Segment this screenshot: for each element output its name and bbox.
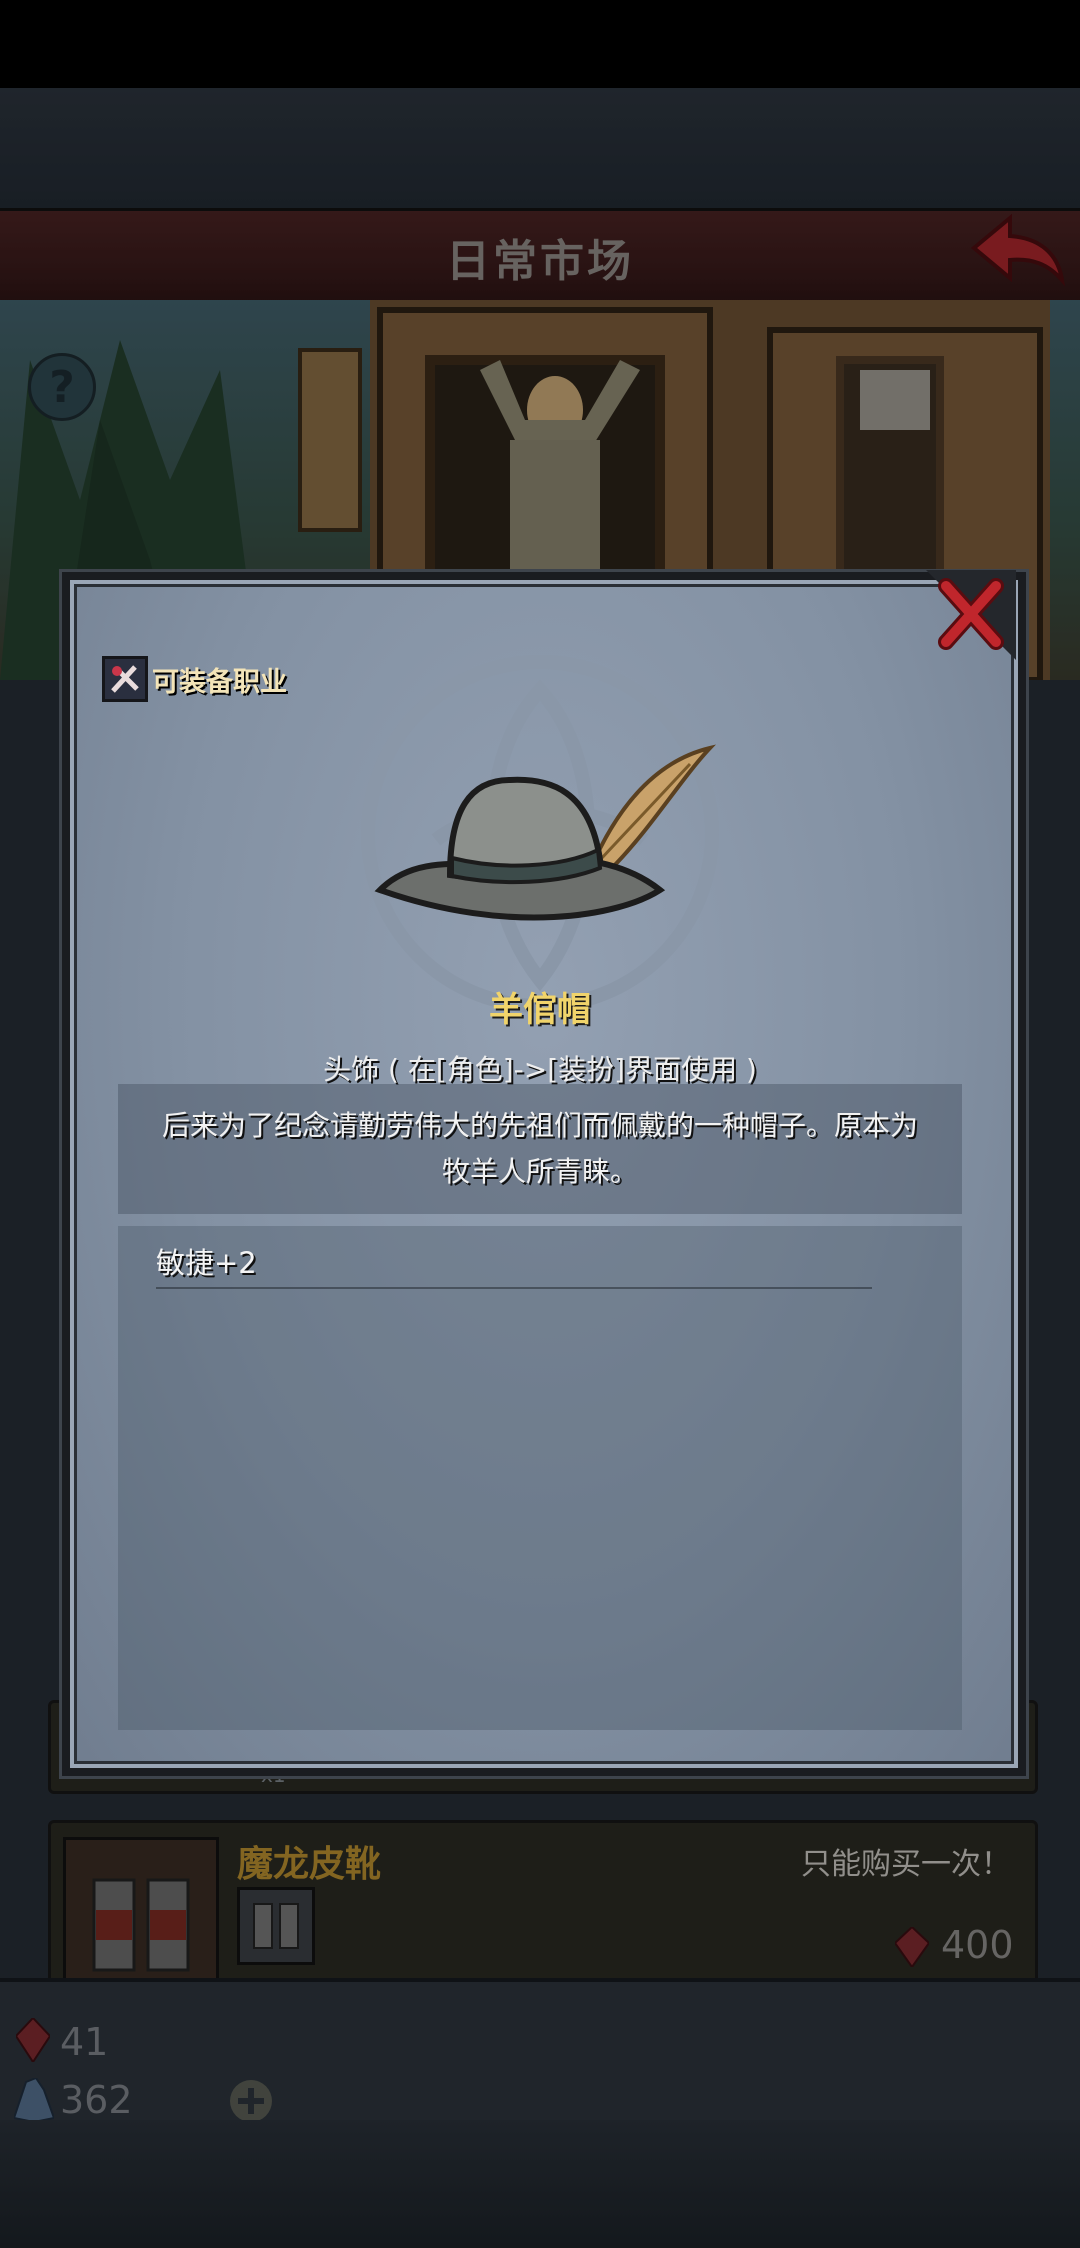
crossed-weapons-icon: [111, 665, 139, 693]
close-icon: [926, 570, 1016, 660]
shepherd-hat-icon: [374, 744, 717, 921]
item-type: 头饰 ( 在[角色]->[装扮]界面使用 ): [323, 1053, 757, 1086]
item-name: 羊倌帽: [489, 990, 591, 1030]
stat-line: 敏捷+2: [156, 1246, 257, 1280]
equippable-class-label: 可装备职业: [152, 667, 287, 698]
stats-box: [118, 1226, 962, 1730]
item-description: 后来为了纪念请勤劳伟大的先祖们而佩戴的一种帽子。原本为牧羊人所青睐。: [161, 1109, 918, 1188]
class-icon: [102, 656, 148, 702]
stat-divider: [156, 1287, 872, 1289]
description-box: 后来为了纪念请勤劳伟大的先祖们而佩戴的一种帽子。原本为牧羊人所青睐。: [118, 1084, 962, 1214]
close-button[interactable]: [926, 570, 1016, 660]
